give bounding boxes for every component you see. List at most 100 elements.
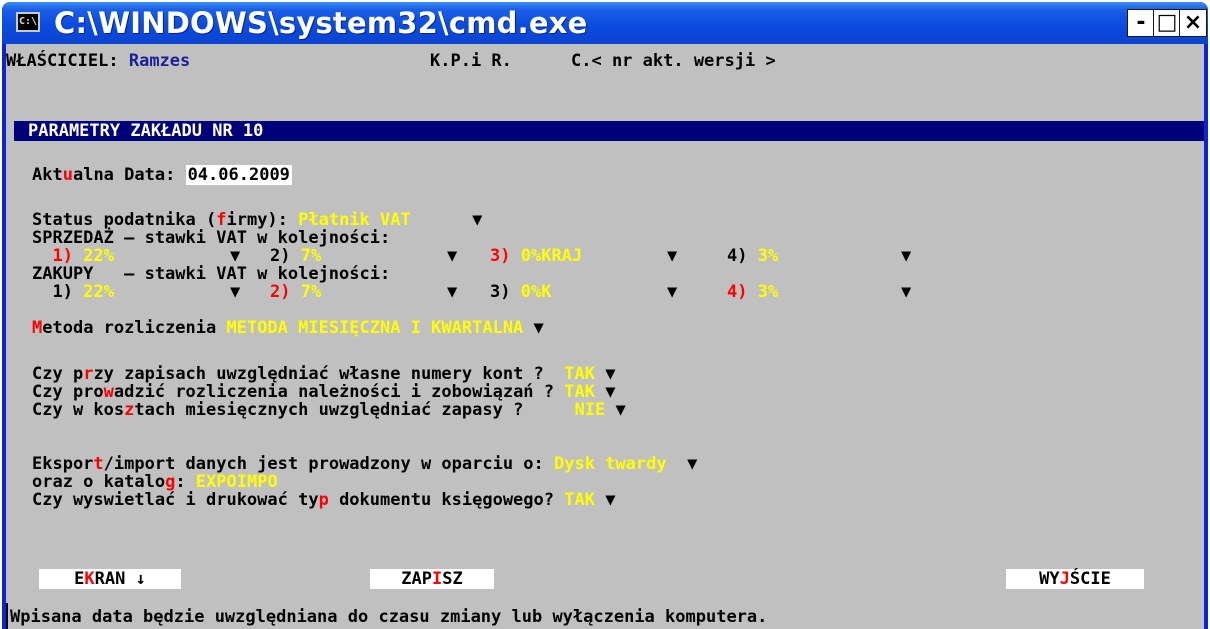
catalog-row: oraz o katalog: EXPOIMPO — [32, 474, 278, 491]
dropdown-arrow-icon[interactable]: ▼ — [447, 284, 457, 301]
dropdown-arrow-icon[interactable]: ▼ — [472, 210, 482, 230]
catalog-input[interactable]: EXPOIMPO — [196, 472, 278, 492]
dropdown-arrow-icon[interactable]: ▼ — [901, 284, 911, 301]
rate-value-select[interactable]: 3% — [758, 282, 778, 302]
sales-rate-3: 3) 0%KRAJ — [490, 248, 582, 265]
button-label: E — [74, 569, 85, 589]
save-button[interactable]: ZAPISZ — [370, 569, 494, 589]
console-area: WŁAŚCICIEL: Ramzes K.P.i R. C.< nr akt. … — [6, 44, 1204, 629]
status-label: Status podatnika ( — [32, 210, 217, 230]
dropdown-arrow-icon[interactable]: ▼ — [667, 248, 677, 265]
owner-line: WŁAŚCICIEL: Ramzes — [6, 53, 190, 70]
rate-value-select[interactable]: 3% — [758, 246, 778, 266]
dropdown-arrow-icon[interactable]: ▼ — [534, 318, 544, 338]
settlements-select[interactable]: TAK — [564, 382, 595, 402]
catalog-label: oraz o katalo — [32, 472, 166, 492]
hotkey-letter: I — [431, 569, 443, 589]
dropdown-arrow-icon[interactable]: ▼ — [901, 248, 911, 265]
method-row: Metoda rozliczenia METODA MIESIĘCZNA I K… — [32, 320, 544, 337]
title-bar[interactable]: C:\ C:\WINDOWS\system32\cmd.exe - □ × — [2, 2, 1208, 44]
doc-type-row: Czy wyswietlać i drukować typ dokumentu … — [32, 492, 615, 509]
screen-down-button[interactable]: EKRAN ↓ — [39, 569, 181, 589]
dropdown-arrow-icon[interactable]: ▼ — [605, 382, 615, 402]
hotkey-letter: f — [216, 210, 227, 230]
hotkey-letter: t — [93, 454, 104, 474]
divider — [6, 603, 8, 629]
question-label: Czy w kos — [32, 400, 125, 420]
owner-name: Ramzes — [128, 51, 191, 71]
date-label: alna Data: — [72, 165, 186, 185]
sales-rate-1: 1) 22% — [32, 246, 114, 266]
rate-number: 2) — [270, 282, 291, 302]
hotkey-letter: u — [62, 165, 73, 185]
date-label: Akt — [32, 165, 63, 185]
stock-question-row: Czy w kosztach miesięcznych uwzględniać … — [32, 402, 626, 419]
question-label: Czy p — [32, 364, 84, 384]
minimize-button[interactable]: - — [1127, 9, 1155, 37]
export-row: Eksport/import danych jest prowadzony w … — [32, 456, 697, 473]
rate-value-select[interactable]: 0%KRAJ — [521, 246, 582, 266]
rate-value-select[interactable]: 7% — [301, 246, 321, 266]
dropdown-arrow-icon[interactable]: ▼ — [687, 454, 697, 474]
dropdown-arrow-icon[interactable]: ▼ — [447, 248, 457, 265]
cmd-window: C:\ C:\WINDOWS\system32\cmd.exe - □ × WŁ… — [2, 2, 1208, 629]
hotkey-letter: w — [103, 382, 114, 402]
rate-value-select[interactable]: 7% — [301, 282, 321, 302]
export-label: Ekspor — [32, 454, 94, 474]
exit-button[interactable]: WYJŚCIE — [1006, 569, 1144, 589]
settlement-method-select[interactable]: METODA MIESIĘCZNA I KWARTALNA — [226, 318, 523, 338]
owner-label: WŁAŚCICIEL: — [6, 51, 119, 71]
kpir-label: K.P.i R. — [430, 51, 512, 71]
doc-type-label: dokumentu księgowego? — [328, 490, 565, 510]
dropdown-arrow-icon[interactable]: ▼ — [615, 400, 625, 420]
stock-in-costs-select[interactable]: NIE — [574, 400, 605, 420]
sales-rate-2: 2) 7% — [270, 248, 321, 265]
section-title-bar: PARAMETRY ZAKŁADU NR 10 — [14, 121, 1204, 141]
hotkey-letter: J — [1059, 569, 1070, 589]
status-row: Status podatnika (firmy): Płatnik VAT ▼ — [32, 212, 482, 229]
hotkey-letter: g — [165, 472, 176, 492]
method-label: etoda rozliczenia — [42, 318, 227, 338]
taxpayer-status-select[interactable]: Płatnik VAT — [298, 210, 462, 230]
sales-heading: SPRZEDAŻ – stawki VAT w kolejności: — [32, 228, 391, 248]
doc-type-select[interactable]: TAK — [564, 490, 595, 510]
export-label: /import danych jest prowadzony w oparciu… — [103, 454, 555, 474]
accounts-question-row: Czy przy zapisach uwzględniać własne num… — [32, 366, 615, 383]
rate-value-select[interactable]: 22% — [83, 246, 114, 266]
section-title: PARAMETRY ZAKŁADU NR 10 — [28, 121, 264, 141]
purchase-rate-1: 1) 22% — [32, 282, 114, 302]
rate-number: 4) — [727, 246, 748, 266]
dropdown-arrow-icon[interactable]: ▼ — [605, 490, 615, 510]
rate-number: 3) — [490, 282, 511, 302]
question-label: zy zapisach uwzględniać własne numery ko… — [93, 364, 565, 384]
hotkey-letter: K — [84, 569, 95, 589]
hotkey-letter: M — [32, 318, 43, 338]
maximize-button[interactable]: □ — [1153, 9, 1181, 37]
dropdown-arrow-icon[interactable]: ▼ — [230, 284, 240, 301]
rate-value-select[interactable]: 0%K — [521, 282, 552, 302]
button-label: SZ — [442, 569, 463, 589]
rate-value-select[interactable]: 22% — [83, 282, 114, 302]
rate-number: 1) — [52, 282, 73, 302]
purchase-rate-2: 2) 7% — [270, 284, 321, 301]
button-label: WY — [1039, 569, 1060, 589]
sales-rate-4: 4) 3% — [727, 248, 778, 265]
own-account-numbers-select[interactable]: TAK — [564, 364, 595, 384]
question-label: adzić rozliczenia należności i zobowiąza… — [113, 382, 565, 402]
date-input[interactable]: 04.06.2009 — [185, 165, 292, 185]
close-button[interactable]: × — [1179, 9, 1207, 37]
hotkey-letter: z — [124, 400, 135, 420]
status-message: Wpisana data będzie uwzględniana do czas… — [10, 607, 768, 627]
cmd-icon: C:\ — [16, 12, 40, 32]
dropdown-arrow-icon[interactable]: ▼ — [667, 284, 677, 301]
window-title: C:\WINDOWS\system32\cmd.exe — [54, 6, 588, 40]
dropdown-arrow-icon[interactable]: ▼ — [230, 248, 240, 265]
catalog-label: : — [175, 472, 196, 492]
question-label: Czy pro — [32, 382, 104, 402]
rate-number: 4) — [727, 282, 748, 302]
hotkey-letter: r — [83, 364, 94, 384]
settlements-question-row: Czy prowadzić rozliczenia należności i z… — [32, 384, 615, 401]
dropdown-arrow-icon[interactable]: ▼ — [605, 364, 615, 384]
export-medium-select[interactable]: Dysk twardy — [554, 454, 667, 474]
rate-number: 1) — [52, 246, 73, 266]
